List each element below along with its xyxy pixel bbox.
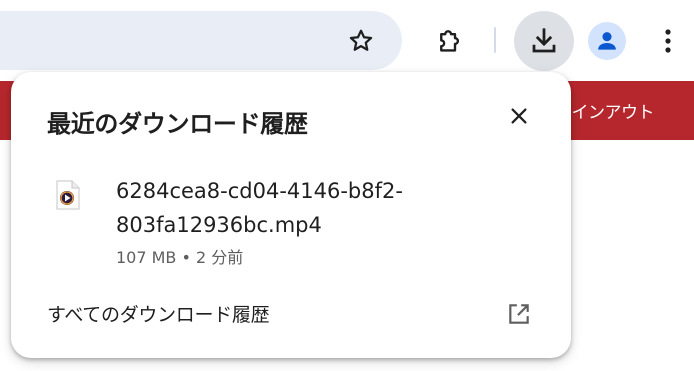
extensions-button[interactable] xyxy=(430,21,470,61)
download-meta: 107 MB • 2 分前 xyxy=(116,244,243,268)
star-icon xyxy=(349,29,373,51)
download-size: 107 MB xyxy=(116,248,177,267)
download-filename: 6284cea8-cd04-4146-b8f2-803fa12936bc.mp4 xyxy=(116,179,403,237)
bookmark-star-button[interactable] xyxy=(341,21,381,61)
menu-icon xyxy=(665,29,671,53)
profile-button[interactable] xyxy=(588,22,626,60)
browser-toolbar xyxy=(0,0,694,80)
browser-menu-button[interactable] xyxy=(655,22,681,60)
close-button[interactable] xyxy=(501,98,537,134)
toolbar-divider xyxy=(494,27,496,53)
close-icon xyxy=(511,108,527,124)
browser-window: サインアウト 最近のダウンロード履歴 6284cea8-cd04-4146-b8… xyxy=(0,0,694,371)
bubble-title: 最近のダウンロード履歴 xyxy=(47,110,308,138)
video-file-icon xyxy=(56,180,80,210)
open-in-new-icon xyxy=(509,304,529,324)
downloads-button[interactable] xyxy=(514,11,574,71)
download-time: 2 分前 xyxy=(196,248,244,267)
meta-separator: • xyxy=(181,248,191,267)
download-item[interactable]: 6284cea8-cd04-4146-b8f2-803fa12936bc.mp4… xyxy=(11,168,571,278)
download-icon xyxy=(532,28,556,53)
extension-icon xyxy=(440,30,459,52)
profile-icon xyxy=(598,32,616,50)
open-downloads-page-button[interactable] xyxy=(505,300,533,328)
download-bubble: 最近のダウンロード履歴 6284cea8-cd04-4146-b8f2-803f… xyxy=(11,72,571,358)
all-downloads-link[interactable]: すべてのダウンロード履歴 xyxy=(47,300,270,327)
